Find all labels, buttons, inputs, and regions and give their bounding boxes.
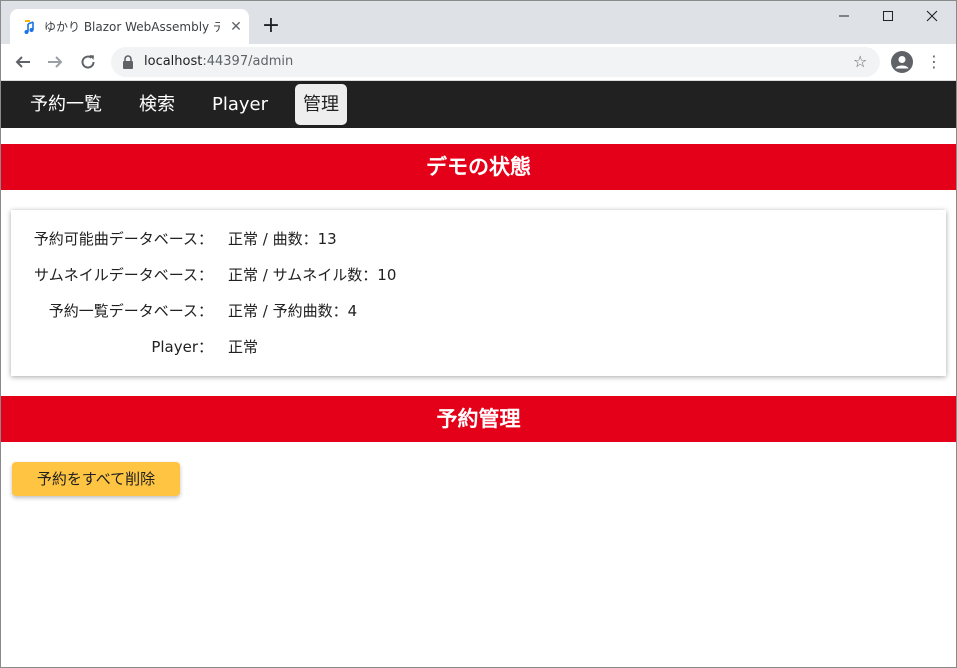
lock-icon: [123, 55, 133, 69]
app-nav-bar: 予約一覧 検索 Player 管理: [1, 81, 956, 128]
status-row: Player： 正常: [11, 335, 946, 359]
browser-tab[interactable]: ゆかり Blazor WebAssembly デモ ✕: [10, 9, 249, 44]
status-value: 正常: [228, 338, 259, 356]
status-row: サムネイルデータベース： 正常 / サムネイル数：10: [11, 263, 946, 287]
status-value: 正常 / 予約曲数：4: [228, 302, 358, 320]
new-tab-icon[interactable]: +: [260, 15, 282, 37]
nav-item-search[interactable]: 検索: [131, 84, 183, 125]
tab-strip: ゆかり Blazor WebAssembly デモ ✕ +: [1, 1, 956, 44]
status-label: 予約可能曲データベース：: [33, 230, 213, 248]
profile-avatar-icon[interactable]: [891, 51, 913, 73]
url-path: :44397/admin: [202, 54, 294, 69]
status-value: 正常 / サムネイル数：10: [228, 266, 397, 284]
minimize-icon[interactable]: [821, 1, 867, 31]
demo-status-heading: デモの状態: [1, 144, 956, 190]
more-menu-icon[interactable]: ⋮: [926, 51, 942, 73]
status-row: 予約一覧データベース： 正常 / 予約曲数：4: [11, 299, 946, 323]
reload-icon[interactable]: [76, 50, 100, 74]
status-card: 予約可能曲データベース： 正常 / 曲数：13 サムネイルデータベース： 正常 …: [11, 210, 946, 376]
url-text: localhost:44397/admin: [144, 53, 293, 71]
tab-title: ゆかり Blazor WebAssembly デモ: [44, 20, 220, 34]
reservation-management-heading: 予約管理: [1, 396, 956, 442]
back-arrow-icon[interactable]: [11, 50, 35, 74]
bookmark-star-icon[interactable]: ☆: [853, 52, 867, 72]
status-label: Player：: [151, 338, 213, 356]
close-window-icon[interactable]: [909, 1, 955, 31]
url-host: localhost: [144, 54, 203, 69]
address-bar[interactable]: localhost:44397/admin ☆: [111, 47, 880, 77]
close-tab-icon[interactable]: ✕: [226, 17, 246, 37]
browser-toolbar: localhost:44397/admin ☆ ⋮: [1, 44, 956, 81]
status-value: 正常 / 曲数：13: [228, 230, 337, 248]
nav-item-reservations[interactable]: 予約一覧: [22, 84, 110, 125]
status-row: 予約可能曲データベース： 正常 / 曲数：13: [11, 227, 946, 251]
music-note-icon: [24, 20, 34, 34]
forward-arrow-icon[interactable]: [43, 50, 67, 74]
nav-item-player[interactable]: Player: [204, 84, 276, 125]
status-label: 予約一覧データベース：: [48, 302, 213, 320]
delete-all-reservations-button[interactable]: 予約をすべて削除: [12, 462, 180, 496]
nav-item-admin[interactable]: 管理: [295, 84, 347, 125]
maximize-icon[interactable]: [865, 1, 911, 31]
browser-window: ゆかり Blazor WebAssembly デモ ✕ + localhost:…: [0, 0, 957, 668]
status-label: サムネイルデータベース：: [34, 266, 213, 284]
